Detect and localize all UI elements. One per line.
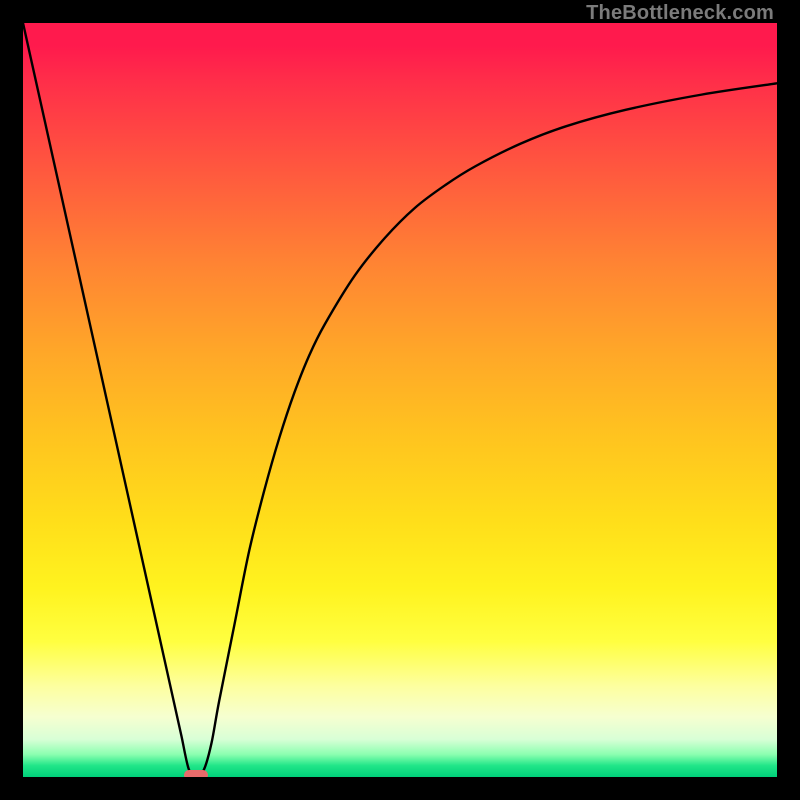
watermark-text: TheBottleneck.com <box>586 2 774 25</box>
chart-frame: TheBottleneck.com <box>0 0 800 800</box>
minimum-marker <box>184 770 208 777</box>
plot-area <box>23 23 777 777</box>
bottleneck-curve <box>23 23 777 777</box>
